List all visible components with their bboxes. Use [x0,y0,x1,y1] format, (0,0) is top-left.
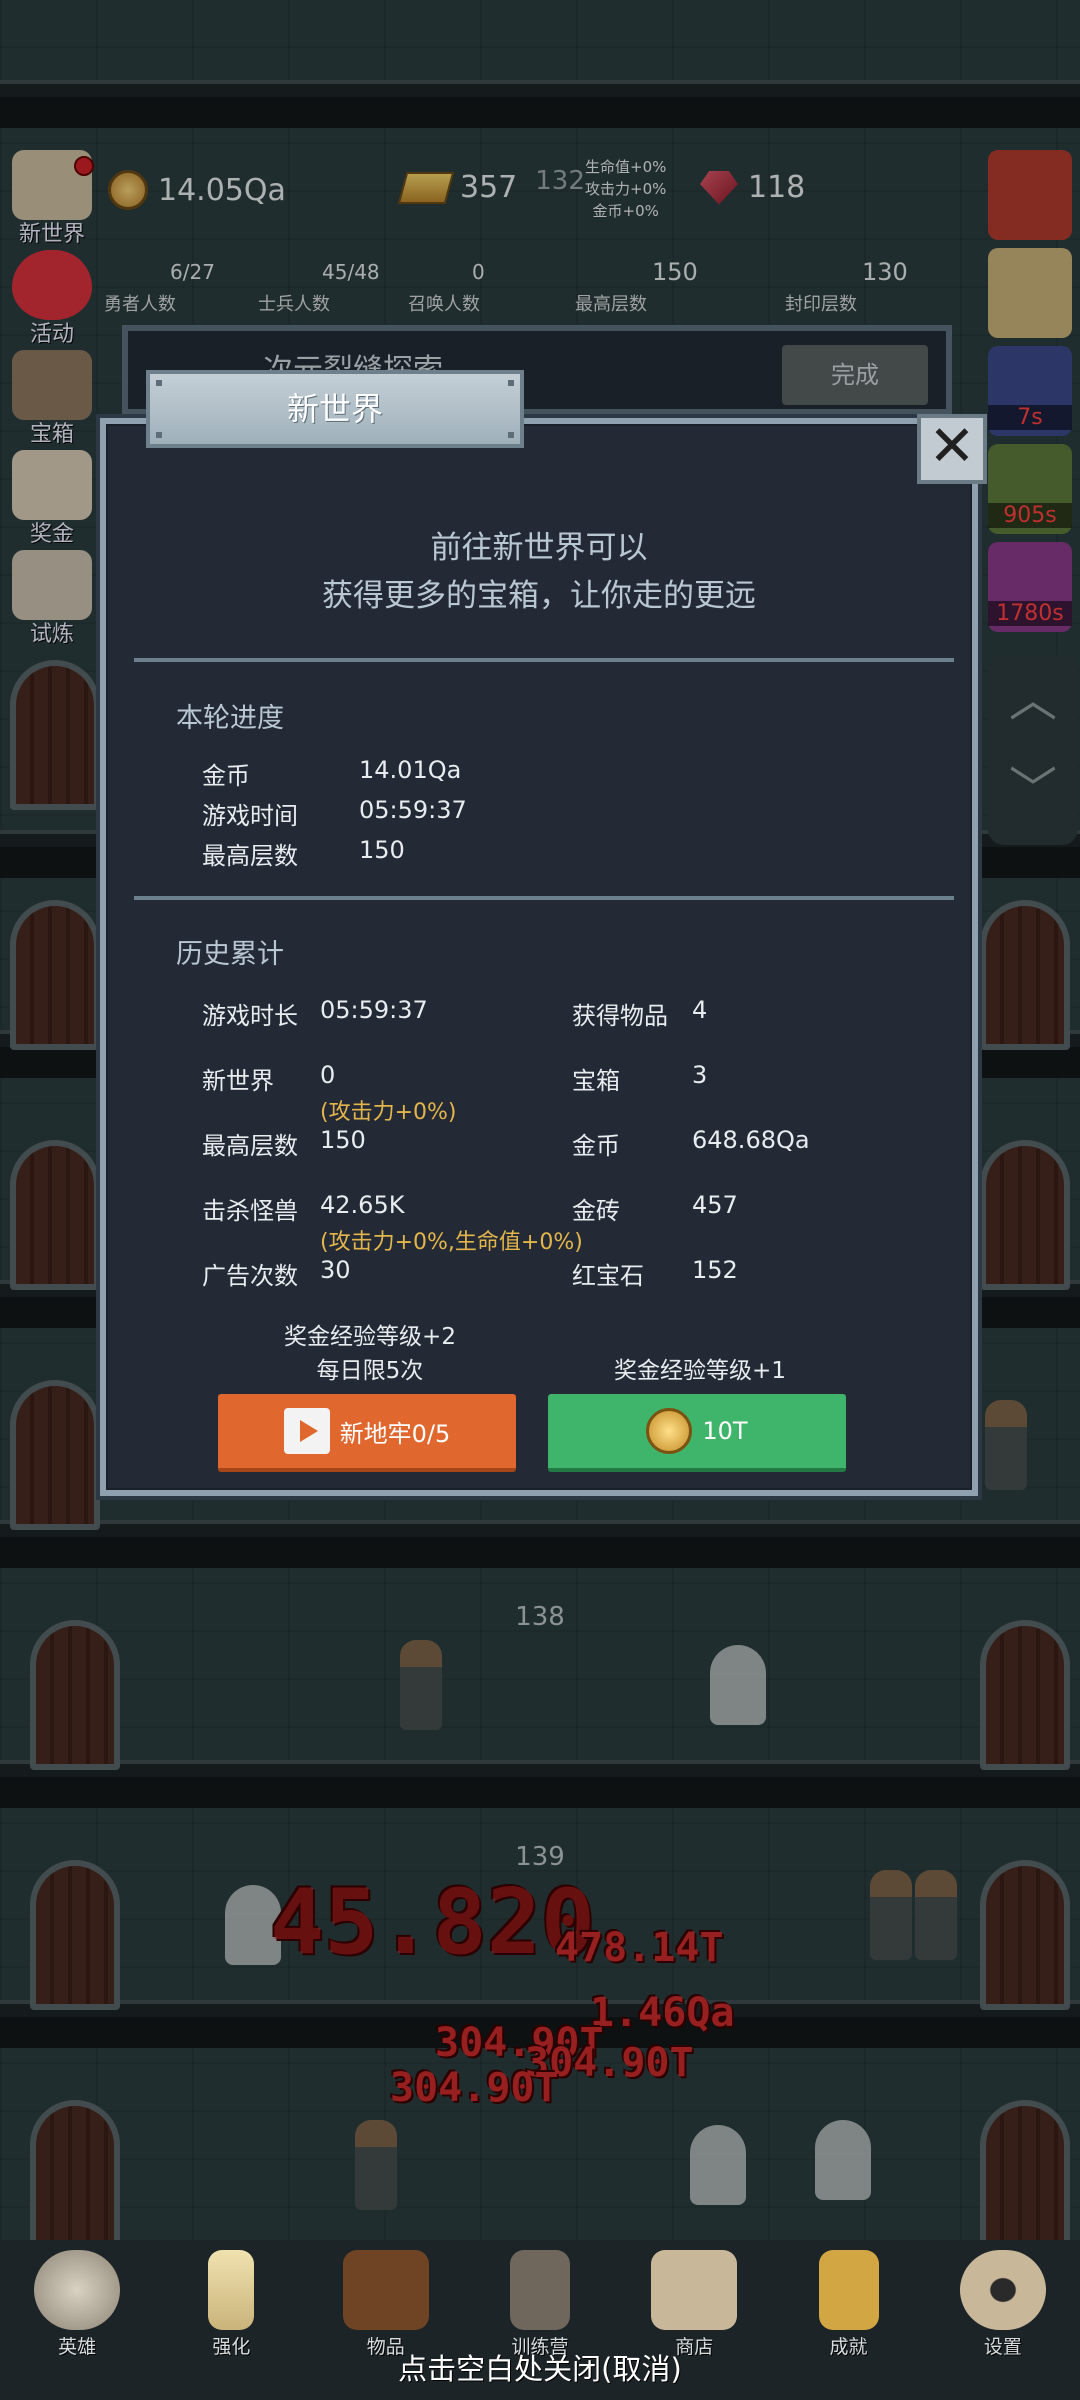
round-value: 150 [359,836,405,864]
section-divider [134,896,954,900]
history-value: 152 [692,1256,738,1284]
book-icon [342,2250,429,2330]
skull-icon [34,2250,121,2330]
key-icon [818,2250,879,2330]
section-divider [134,658,954,662]
intro-line: 前往新世界可以 [430,530,648,566]
history-label: 广告次数 [202,1262,298,1290]
video-ad-icon [283,1408,330,1454]
rivet [156,432,162,438]
kills-bonus-note: (攻击力+0%,生命值+0%) [320,1230,583,1255]
close-dialog-button[interactable]: ✕ [917,414,987,484]
history-label: 金币 [572,1132,620,1160]
lantern-icon [509,2250,570,2330]
history-label: 宝箱 [572,1067,620,1095]
round-row: 金币 [202,762,250,790]
history-label: 最高层数 [202,1132,298,1160]
history-label: 击杀怪兽 [202,1197,298,1225]
history-value: 42.65K [320,1191,405,1219]
history-label: 游戏时长 [202,1002,298,1030]
coin-purchase-button[interactable]: 10T [548,1394,846,1472]
intro-line: 获得更多的宝箱，让你走的更远 [322,578,756,614]
new-world-bonus-note: (攻击力+0%) [320,1100,457,1125]
history-value: 0 [320,1061,336,1089]
dialog-intro: 前往新世界可以 获得更多的宝箱，让你走的更远 [106,524,972,620]
history-value: 30 [320,1256,351,1284]
close-icon: ✕ [928,414,976,479]
history-value: 648.68Qa [692,1126,810,1154]
history-value: 150 [320,1126,366,1154]
new-world-dialog: 前往新世界可以 获得更多的宝箱，让你走的更远 本轮进度 金币 14.01Qa 游… [100,418,978,1496]
history-value: 4 [692,996,708,1024]
dialog-title-text: 新世界 [286,390,383,428]
round-value: 14.01Qa [359,756,462,784]
beer-mug-icon [651,2250,738,2330]
gear-icon [959,2250,1046,2330]
history-label: 获得物品 [572,1002,668,1030]
round-row: 游戏时间 [202,802,298,830]
history-title: 历史累计 [176,939,284,970]
history-value: 457 [692,1191,738,1219]
round-progress-title: 本轮进度 [176,703,284,734]
new-dungeon-ad-button[interactable]: 新地牢0/5 [218,1394,516,1472]
history-label: 红宝石 [572,1262,644,1290]
round-row: 最高层数 [202,842,298,870]
history-label: 新世界 [202,1067,274,1095]
tap-to-close-hint: 点击空白处关闭(取消) [398,2352,682,2386]
button-label: 新地牢0/5 [339,1419,451,1448]
rivet [156,380,162,386]
history-value: 05:59:37 [320,996,428,1024]
rivet [508,380,514,386]
coin-reward-caption: 奖金经验等级+1 [614,1358,786,1384]
history-value: 3 [692,1061,708,1089]
dialog-title: 新世界 [146,370,524,448]
button-label: 10T [702,1417,748,1445]
coin-icon [646,1408,693,1454]
dungeon-reward-caption: 奖金经验等级+2 每日限5次 [284,1324,456,1384]
rivet [508,432,514,438]
round-value: 05:59:37 [359,796,467,824]
candle-icon [208,2250,255,2330]
history-label: 金砖 [572,1197,620,1225]
